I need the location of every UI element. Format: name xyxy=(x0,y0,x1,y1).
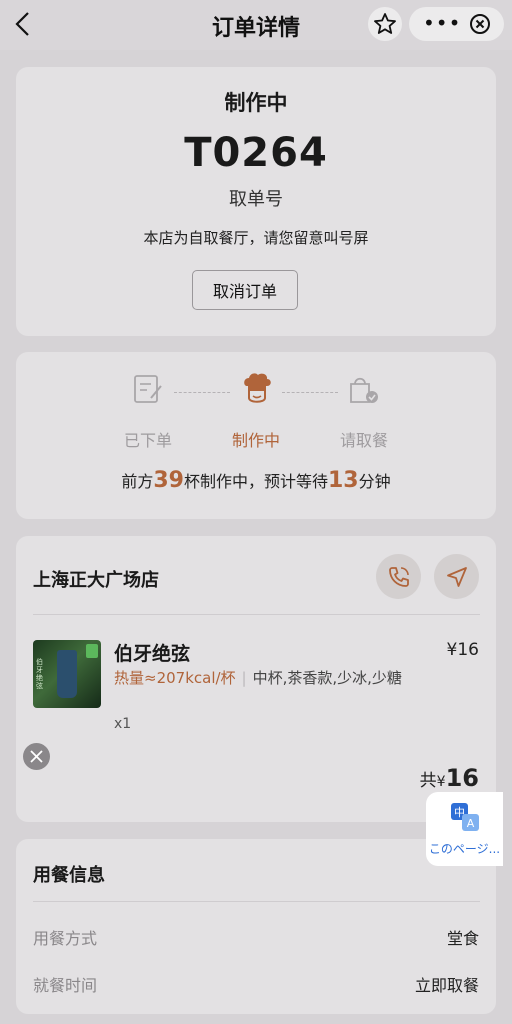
dining-method-label: 用餐方式 xyxy=(33,929,98,948)
total-amount: 16 xyxy=(445,764,479,792)
call-store-button[interactable] xyxy=(376,554,421,599)
mini-program-capsule: ••• xyxy=(409,7,504,41)
product-kcal: 热量≈207kcal/杯 xyxy=(114,669,236,687)
spec-separator: | xyxy=(241,669,247,687)
translate-icon: 中 A xyxy=(451,803,479,831)
pickup-bag-icon xyxy=(350,377,378,403)
product-price: ¥16 xyxy=(446,640,479,660)
dining-method-value: 堂食 xyxy=(446,929,479,948)
order-total: 共¥16 xyxy=(420,764,479,792)
progress-connector xyxy=(282,392,338,393)
total-currency: ¥ xyxy=(436,774,446,790)
dining-info-title: 用餐信息 xyxy=(33,865,105,886)
wait-minutes: 13 xyxy=(328,468,359,493)
product-name: 伯牙绝弦 xyxy=(114,643,191,665)
divider xyxy=(33,901,480,902)
phone-icon xyxy=(389,567,409,587)
navigate-button[interactable] xyxy=(434,554,479,599)
step-label-ordered: 已下单 xyxy=(123,431,172,450)
product-options: 中杯,茶香款,少冰,少糖 xyxy=(252,669,402,687)
translate-widget[interactable]: 中 A このページ... xyxy=(426,792,503,866)
order-note-icon xyxy=(134,375,162,403)
dining-info-card: 用餐信息 用餐方式 堂食 就餐时间 立即取餐 xyxy=(16,839,496,1014)
dismiss-button[interactable] xyxy=(23,743,50,770)
store-item-card: 上海正大广场店 伯牙绝弦 伯牙绝弦 ¥16 热量≈207kcal/杯 | 中杯,茶香… xyxy=(16,536,496,822)
dining-time-value: 立即取餐 xyxy=(414,976,479,995)
svg-text:A: A xyxy=(467,817,475,830)
divider xyxy=(33,614,480,615)
close-circle-icon[interactable] xyxy=(469,13,491,35)
close-icon xyxy=(30,750,43,763)
step-label-making: 制作中 xyxy=(231,431,280,450)
pickup-notice: 本店为自取餐厅，请您留意叫号屏 xyxy=(143,229,369,247)
dining-time-label: 就餐时间 xyxy=(33,976,98,995)
cancel-order-button[interactable]: 取消订单 xyxy=(192,270,298,310)
step-label-pickup: 请取餐 xyxy=(339,431,388,450)
translate-label: このページ... xyxy=(428,842,501,856)
pickup-number: T0264 xyxy=(184,130,328,176)
pickup-number-label: 取单号 xyxy=(229,189,283,210)
product-image-text: 伯牙绝弦 xyxy=(36,658,43,690)
cup-shape xyxy=(57,650,77,698)
order-status: 制作中 xyxy=(224,91,288,115)
progress-card: 已下单 制作中 请取餐 前方39杯制作中，预计等待13分钟 xyxy=(16,352,496,519)
queue-suffix: 分钟 xyxy=(358,472,391,491)
leaf-badge-icon xyxy=(86,644,98,658)
total-prefix: 共 xyxy=(419,771,437,791)
queue-middle: 杯制作中，预计等待 xyxy=(183,472,328,491)
more-icon[interactable]: ••• xyxy=(423,7,461,39)
favorite-button[interactable] xyxy=(368,7,402,41)
chef-icon xyxy=(244,373,271,403)
product-image: 伯牙绝弦 xyxy=(33,640,101,708)
progress-connector xyxy=(174,392,230,393)
store-name: 上海正大广场店 xyxy=(33,570,159,591)
top-bar: 订单详情 ••• xyxy=(0,0,512,50)
product-quantity: x1 xyxy=(114,716,132,732)
queue-info: 前方39杯制作中，预计等待13分钟 xyxy=(16,468,496,493)
star-icon xyxy=(374,13,396,34)
navigation-arrow-icon xyxy=(447,567,467,587)
queue-count: 39 xyxy=(153,468,184,493)
product-spec: 热量≈207kcal/杯 | 中杯,茶香款,少冰,少糖 xyxy=(114,669,409,688)
queue-prefix: 前方 xyxy=(121,472,154,491)
order-status-card: 制作中 T0264 取单号 本店为自取餐厅，请您留意叫号屏 取消订单 xyxy=(16,67,496,336)
